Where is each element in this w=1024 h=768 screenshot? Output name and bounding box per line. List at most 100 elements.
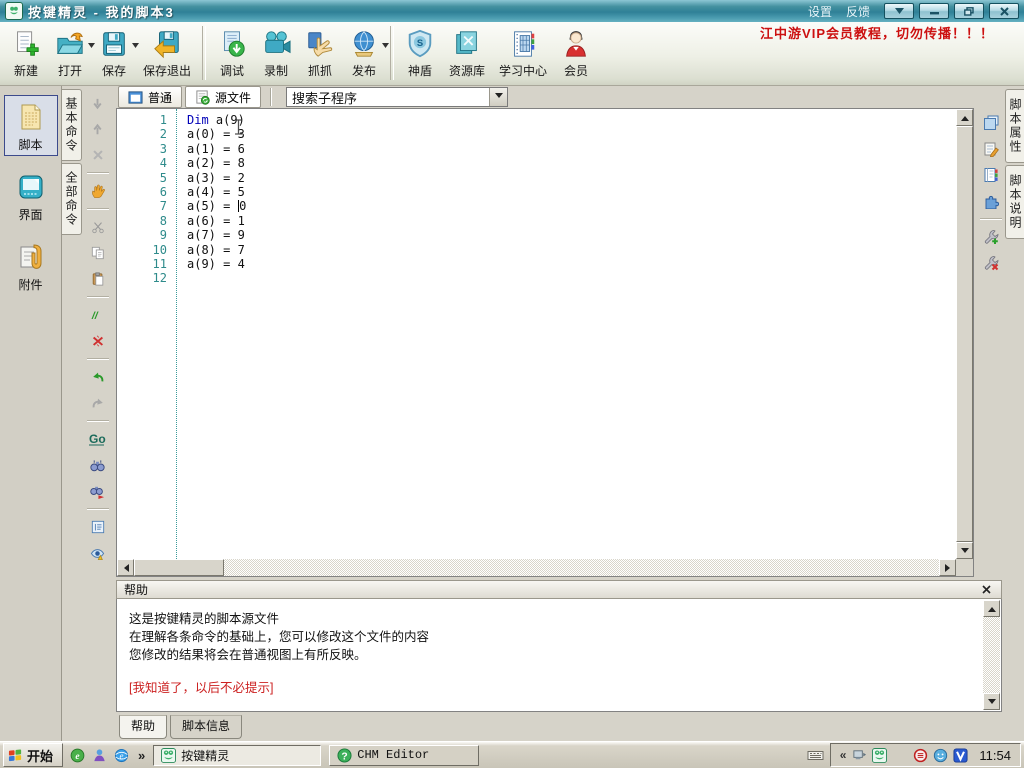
code-line[interactable]: a(9) = 4 [187,257,956,271]
help-close-button[interactable] [978,582,994,597]
paste-icon[interactable] [87,269,109,289]
drag-hand-icon[interactable] [87,181,109,201]
v-app-icon[interactable] [953,747,968,763]
toolbar-grab-button[interactable]: 抓抓 [298,25,342,83]
code-line[interactable]: a(3) = 2 [187,171,956,185]
internet-explorer-icon[interactable]: e [114,748,129,763]
code-line[interactable]: a(5) = 0 [187,199,956,213]
command-list-icon[interactable] [87,517,109,537]
quick-launch-overflow-chevron[interactable]: » [138,748,145,763]
copy-icon[interactable] [87,243,109,263]
code-line[interactable]: a(2) = 8 [187,156,956,170]
resource-book-icon[interactable] [980,165,1002,185]
keyboard-status-icon[interactable] [807,749,824,762]
scroll-down-button[interactable] [956,542,973,559]
uncomment-icon[interactable] [87,331,109,351]
editor-horizontal-scrollbar[interactable] [117,559,956,576]
tab-script-description[interactable]: 脚本说明 [1005,165,1024,239]
code-line[interactable]: a(7) = 9 [187,228,956,242]
find-next-icon[interactable] [87,481,109,501]
add-tool-icon[interactable] [980,227,1002,247]
toolbar-shield-button[interactable]: S 神盾 [398,25,442,83]
feedback-link[interactable]: 反馈 [846,3,870,20]
goto-line-icon[interactable]: Go [87,429,109,449]
messenger-icon[interactable] [92,748,107,763]
undo-icon[interactable] [87,367,109,387]
settings-link[interactable]: 设置 [808,3,832,20]
script-properties-icon[interactable] [980,113,1002,133]
toolbar-member-button[interactable]: 会员 [554,25,598,83]
help-scrollbar[interactable] [983,600,1000,710]
minimize-button[interactable] [919,3,949,19]
close-button[interactable] [989,3,1019,19]
tab-normal[interactable]: 普通 [118,86,183,108]
comment-icon[interactable]: // [87,305,109,325]
editor-vertical-scrollbar[interactable] [956,109,973,559]
toolbar-open-button[interactable]: 打开 [48,25,95,83]
help-scroll-down-button[interactable] [983,693,1000,710]
toolbar-new-button[interactable]: 新建 [4,25,48,83]
help-scroll-up-button[interactable] [983,600,1000,617]
scroll-up-button[interactable] [956,109,973,126]
toolbar-debug-button[interactable]: 调试 [210,25,254,83]
device-icon[interactable] [852,748,867,763]
code-line[interactable]: Dim a(9) [187,113,956,127]
preview-icon[interactable] [87,543,109,563]
toolbar-save-button[interactable]: 保存 [92,25,139,83]
subroutine-combobox-value[interactable]: 搜索子程序 [287,88,489,107]
toolbar-button-label: 打开 [57,64,82,78]
combobox-dropdown-button[interactable] [489,88,508,106]
cut-icon[interactable] [87,217,109,237]
move-down-icon[interactable] [87,93,109,113]
remove-tool-icon[interactable] [980,253,1002,273]
dismiss-hint-link[interactable]: [我知道了，以后不必提示] [129,679,975,697]
code-line[interactable]: a(6) = 1 [187,214,956,228]
toolbar-save-exit-button[interactable]: 保存退出 [136,25,198,83]
redo-icon[interactable] [87,393,109,413]
tray-collapse-chevron[interactable]: « [840,748,847,762]
code-editor[interactable]: 1 2 3 4 5 6 7 8 9 10 11 12 Dim a(9) a(0) = 3 a(1) = 6… [116,108,974,577]
taskbar-button-chm-editor[interactable]: ? CHM Editor [329,744,480,766]
code-line[interactable]: a(0) = 3 [187,127,956,141]
sidebar-item-script[interactable]: 脚本 [3,95,58,156]
vertical-scroll-thumb[interactable] [956,126,973,542]
tab-all-commands[interactable]: 全部命令 [62,163,82,235]
script-notes-icon[interactable] [980,139,1002,159]
help-panel: 帮助 这是按键精灵的脚本源文件 在理解各条命令的基础上，您可以修改这个文件的内容您… [116,580,1002,739]
red-app-icon[interactable] [913,748,928,763]
toolbar-button-label: 新建 [13,64,38,78]
start-button[interactable]: 开始 [3,743,64,767]
green-e-icon[interactable]: e [70,748,85,763]
tab-script-properties[interactable]: 脚本属性 [1005,89,1024,163]
toolbar-learn-center-button[interactable]: 学习中心 [492,25,554,83]
toolbar-publish-button[interactable]: 发布 [342,25,390,83]
code-line[interactable] [187,271,956,285]
title-bar: 按键精灵 - 我的脚本3 设置 反馈 [0,0,1024,22]
collapse-button[interactable] [884,3,914,19]
restore-button[interactable] [954,3,984,19]
plugin-icon[interactable] [980,191,1002,211]
tab-help[interactable]: 帮助 [119,715,168,739]
scroll-right-button[interactable] [939,559,956,576]
code-line[interactable]: a(1) = 6 [187,142,956,156]
blue-app-icon[interactable] [933,748,948,763]
move-up-icon[interactable] [87,119,109,139]
horizontal-scroll-thumb[interactable] [134,559,224,576]
sidebar-item-interface[interactable]: 界面 [4,165,58,226]
taskbar-button-quickmacro[interactable]: 按键精灵 [153,744,322,766]
code-text-area[interactable]: Dim a(9) a(0) = 3 a(1) = 6 a(2) = 8 a(3) = 2… [178,109,956,559]
dropdown-arrow-icon[interactable] [382,43,390,48]
code-line[interactable]: a(4) = 5 [187,185,956,199]
tab-basic-commands[interactable]: 基本命令 [62,89,82,161]
delete-line-icon[interactable] [87,145,109,165]
code-line[interactable]: a(8) = 7 [187,243,956,257]
tab-source[interactable]: 源文件 [185,86,262,108]
toolbar-resource-button[interactable]: 资源库 [442,25,492,83]
subroutine-combobox[interactable]: 搜索子程序 [286,87,509,107]
sidebar-item-attachment[interactable]: 附件 [4,235,58,296]
quickmacro-tray-icon[interactable] [872,747,888,763]
find-icon[interactable] [87,455,109,475]
toolbar-record-button[interactable]: 录制 [254,25,298,83]
scroll-left-button[interactable] [117,559,134,576]
tab-script-info[interactable]: 脚本信息 [170,715,243,739]
